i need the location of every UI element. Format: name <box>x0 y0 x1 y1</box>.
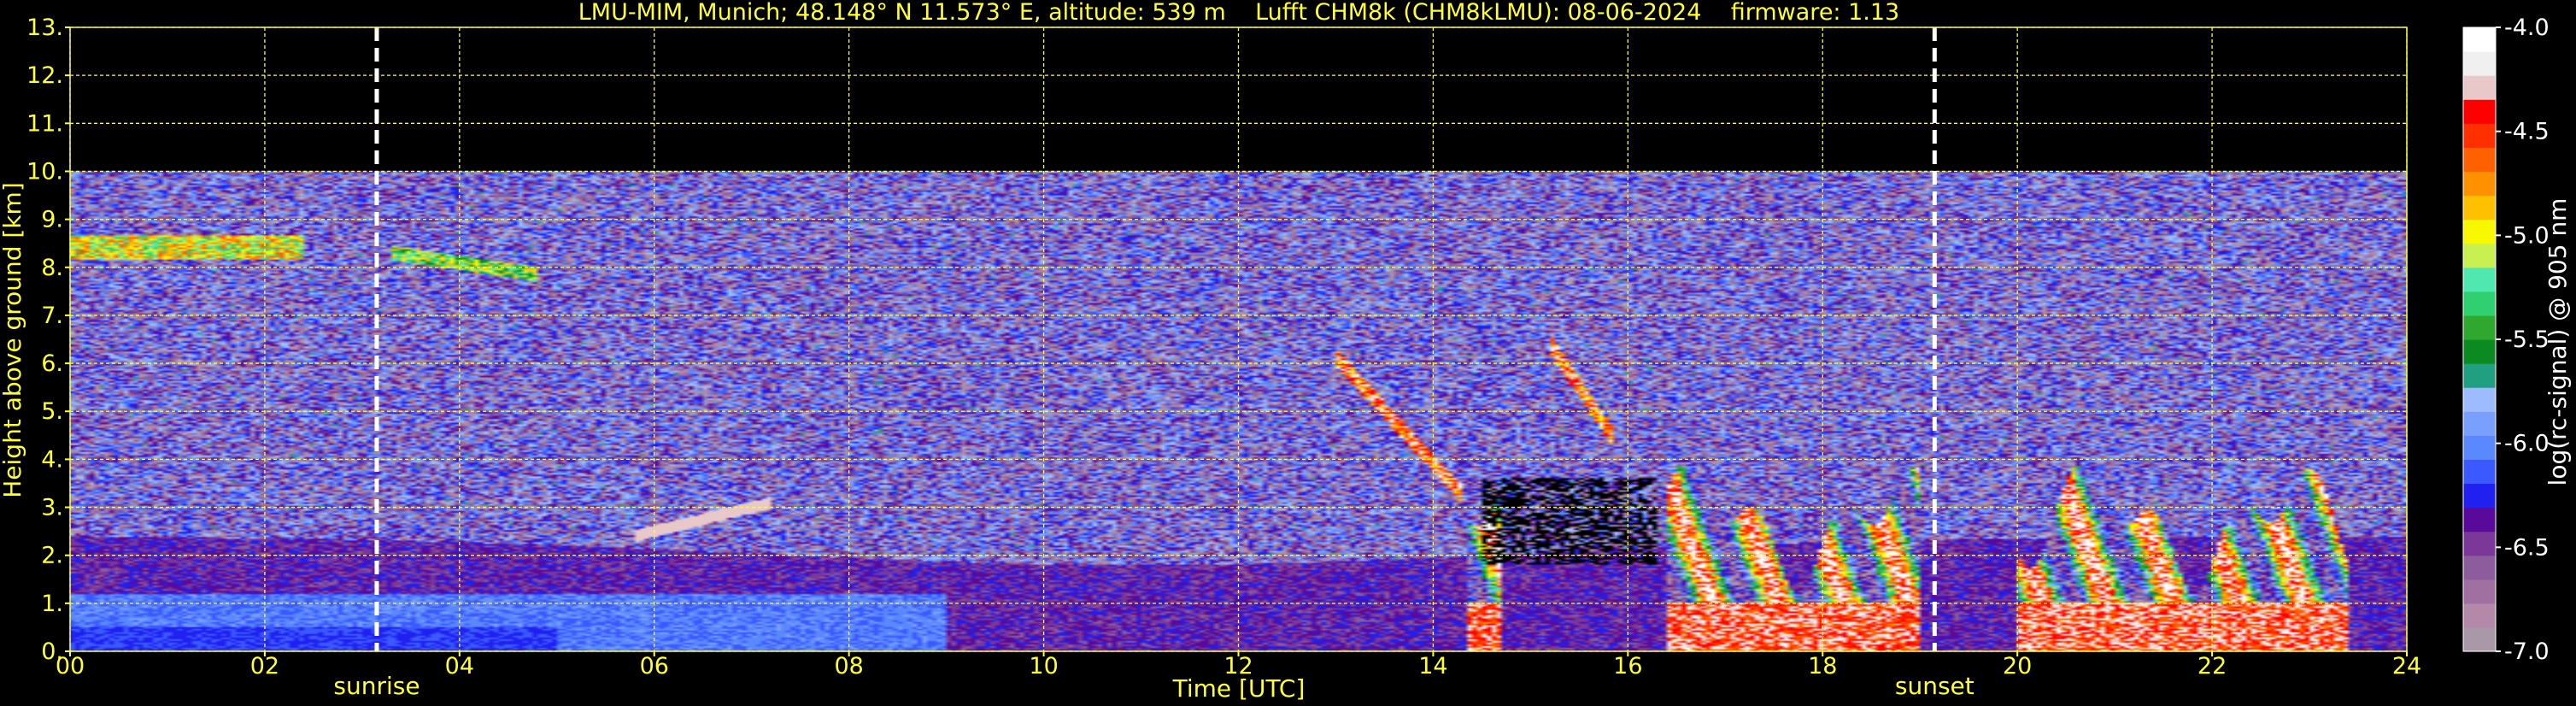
colorbar-swatch <box>2463 579 2496 604</box>
colorbar-swatch <box>2463 267 2496 292</box>
colorbar-tick-label: -6.5 <box>2504 534 2550 561</box>
colorbar-swatch <box>2463 123 2496 148</box>
y-tick-label: 4. <box>41 446 63 473</box>
x-tick-label: 14 <box>1418 653 1447 680</box>
x-tick-label: 20 <box>2003 653 2032 680</box>
y-tick-label: 0. <box>41 638 63 665</box>
chart-title: LMU-MIM, Munich; 48.148° N 11.573° E, al… <box>578 0 1899 26</box>
colorbar-swatch <box>2463 603 2496 628</box>
colorbar-swatch <box>2463 219 2496 244</box>
colorbar-swatch <box>2463 363 2496 388</box>
colorbar-swatch <box>2463 339 2496 364</box>
colorbar-swatch <box>2463 291 2496 316</box>
y-tick-label: 6. <box>41 350 63 377</box>
colorbar-swatch <box>2463 315 2496 340</box>
y-tick-label: 3. <box>41 495 63 521</box>
x-tick-label: 24 <box>2392 653 2421 680</box>
x-tick-label: 10 <box>1029 653 1058 680</box>
colorbar-swatch <box>2463 27 2496 52</box>
x-tick-label: 18 <box>1808 653 1837 680</box>
colorbar-tick-label: -4.0 <box>2504 15 2550 41</box>
colorbar-tick-label: -5.0 <box>2504 222 2550 249</box>
y-tick-label: 5. <box>41 398 63 425</box>
x-tick-label: 04 <box>445 653 474 680</box>
colorbar-swatch <box>2463 51 2496 76</box>
colorbar-tick-label: -5.5 <box>2504 327 2550 353</box>
colorbar-swatch <box>2463 507 2496 532</box>
y-tick-label: 2. <box>41 543 63 569</box>
y-tick-label: 10. <box>26 158 63 185</box>
y-tick-label: 9. <box>41 207 63 233</box>
colorbar-swatch <box>2463 555 2496 580</box>
y-tick-label: 8. <box>41 255 63 281</box>
x-tick-label: 06 <box>640 653 669 680</box>
colorbar-swatch <box>2463 435 2496 460</box>
colorbar-swatch <box>2463 99 2496 124</box>
colorbar-swatch <box>2463 195 2496 221</box>
colorbar-tick-label: -4.5 <box>2504 119 2550 145</box>
colorbar-label: log(rc-signal) @ 905 nm <box>2544 198 2572 486</box>
colorbar-tick-label: -7.0 <box>2504 638 2550 665</box>
colorbar-swatch <box>2463 459 2496 485</box>
colorbar-swatch <box>2463 243 2496 268</box>
colorbar-swatch <box>2463 147 2496 173</box>
y-tick-label: 12. <box>26 62 63 89</box>
x-tick-label: 08 <box>834 653 863 680</box>
colorbar-swatch <box>2463 483 2496 509</box>
colorbar-swatch <box>2463 171 2496 197</box>
marker-label-sunrise: sunrise <box>333 672 420 700</box>
y-axis-label: Height above ground [km] <box>0 182 26 498</box>
x-axis-label: Time [UTC] <box>1172 674 1306 703</box>
y-tick-label: 7. <box>41 303 63 329</box>
colorbar-swatch <box>2463 411 2496 436</box>
y-tick-label: 13. <box>26 15 63 41</box>
marker-label-sunset: sunset <box>1895 672 1975 700</box>
ceilometer-chart: sunrise sunset 00 02 04 06 08 10 12 14 16 18 20 22 24… <box>0 0 2576 706</box>
colorbar-swatch <box>2463 627 2496 652</box>
colorbar-tick-label: -6.0 <box>2504 431 2550 457</box>
x-tick-label: 16 <box>1613 653 1642 680</box>
colorbar-swatch <box>2463 531 2496 556</box>
y-tick-label: 11. <box>26 110 63 137</box>
x-tick-label: 22 <box>2198 653 2227 680</box>
colorbar-swatch <box>2463 387 2496 412</box>
y-tick-label: 1. <box>41 591 63 617</box>
colorbar-swatch <box>2463 75 2496 100</box>
x-tick-label: 02 <box>250 653 279 680</box>
